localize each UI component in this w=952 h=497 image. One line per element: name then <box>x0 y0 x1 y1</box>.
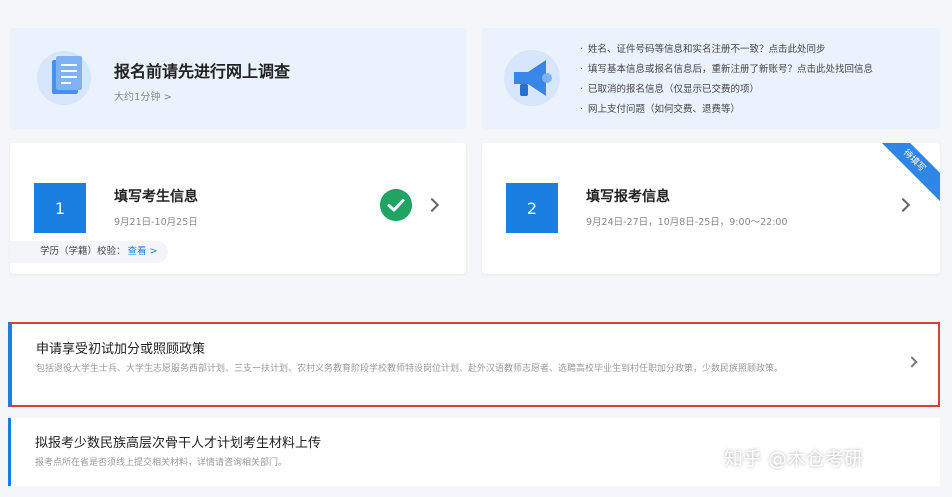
notice-link-cancelled-registrations[interactable]: 已取消的报名信息（仅显示已交费的项） <box>580 80 873 100</box>
status-ribbon: 待填写 <box>868 143 940 207</box>
policy-description: 包括退役大学生士兵、大学生志愿服务西部计划、三支一扶计划、农村义务教育阶段学校教… <box>36 364 784 374</box>
step-fill-candidate-info[interactable]: 1 填写考生信息 9月21日-10月25日 学历（学籍）校验： 查看 > <box>10 143 466 274</box>
survey-duration-link[interactable]: 大约1分钟 > <box>114 88 172 103</box>
minority-description: 报考点所在省是否须线上提交相关材料，详情请咨询相关部门。 <box>35 458 288 468</box>
chevron-right-icon <box>424 197 440 213</box>
step-title: 填写报考信息 <box>586 189 670 205</box>
step-date-range: 9月24日-27日，10月8日-25日，9:00～22:00 <box>586 217 788 228</box>
notice-link-sync-info[interactable]: 姓名、证件号码等信息和实名注册不一致？点击此处同步 <box>580 40 873 60</box>
survey-title: 报名前请先进行网上调查 <box>114 62 291 81</box>
check-circle-icon <box>380 189 412 221</box>
notice-banner: 姓名、证件号码等信息和实名注册不一致？点击此处同步 填写基本信息或报名信息后，重… <box>482 28 940 129</box>
chevron-right-icon <box>906 356 918 368</box>
policy-bonus-panel[interactable]: 申请享受初试加分或照顾政策 包括退役大学生士兵、大学生志愿服务西部计划、三支一扶… <box>8 322 940 407</box>
survey-banner[interactable]: 报名前请先进行网上调查 大约1分钟 > <box>10 28 466 129</box>
step-fill-application-info[interactable]: 待填写 2 填写报考信息 9月24日-27日，10月8日-25日，9:00～22… <box>482 143 940 274</box>
minority-title: 拟报考少数民族高层次骨干人才计划考生材料上传 <box>35 436 322 451</box>
notice-link-payment-issues[interactable]: 网上支付问题（如何交费、退费等） <box>580 100 873 120</box>
step-date-range: 9月21日-10月25日 <box>114 217 198 228</box>
watermark: 知乎 @木仓考研 <box>724 448 864 470</box>
step-title: 填写考生信息 <box>114 189 198 205</box>
notice-list: 姓名、证件号码等信息和实名注册不一致？点击此处同步 填写基本信息或报名信息后，重… <box>580 40 873 120</box>
document-icon <box>37 51 91 105</box>
policy-title: 申请享受初试加分或照顾政策 <box>36 342 206 357</box>
step-number-badge: 2 <box>506 183 558 233</box>
education-verify-bar: 学历（学籍）校验： 查看 > <box>10 241 168 263</box>
step-number-badge: 1 <box>34 183 86 233</box>
verify-label: 学历（学籍）校验： <box>40 246 126 257</box>
verify-view-link[interactable]: 查看 > <box>128 246 158 257</box>
notice-link-recover-info[interactable]: 填写基本信息或报名信息后，重新注册了新账号？点击此处找回信息 <box>580 60 873 80</box>
megaphone-icon <box>504 50 560 106</box>
chevron-right-icon <box>895 197 911 213</box>
